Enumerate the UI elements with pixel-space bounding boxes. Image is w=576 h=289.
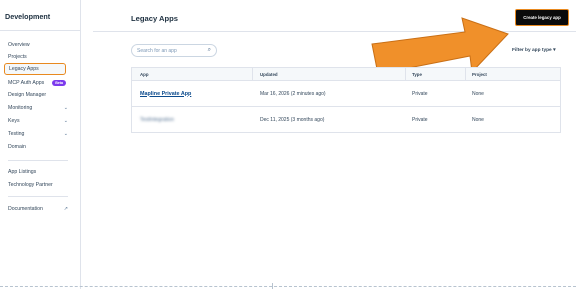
- sidebar-item-label: Projects: [8, 53, 27, 60]
- type-cell: Private: [412, 116, 428, 123]
- table-header: App Updated Type Project: [132, 68, 560, 81]
- bottom-divider: [0, 286, 576, 288]
- sidebar-item-label: Design Manager: [8, 91, 47, 98]
- sidebar-item-label: Documentation: [8, 205, 43, 212]
- table-row: Mapline Private App Mar 16, 2026 (2 minu…: [132, 81, 560, 107]
- sidebar-item-projects[interactable]: Projects: [8, 52, 68, 61]
- sidebar-item-legacy-apps[interactable]: Legacy Apps: [4, 63, 66, 75]
- search-placeholder: Search for an app: [137, 47, 177, 54]
- caret-down-icon: ▾: [553, 48, 556, 53]
- app-cell: Mapline Private App: [140, 81, 191, 106]
- chevron-down-icon: ⌄: [63, 117, 68, 124]
- search-input[interactable]: Search for an app ⌕: [131, 44, 217, 57]
- filter-by-app-type-dropdown[interactable]: Filter by app type ▾: [512, 48, 555, 53]
- sidebar-item-label: App Listings: [8, 168, 37, 175]
- column-divider: [465, 68, 466, 80]
- sidebar-item-monitoring[interactable]: Monitoring ⌄: [8, 103, 68, 112]
- table-row: TestIntegration Dec 11, 2025 (3 months a…: [132, 107, 560, 132]
- sidebar-separator: [8, 160, 68, 161]
- beta-badge: Beta: [52, 79, 66, 86]
- sidebar-item-label: MCP Auth Apps: [8, 79, 45, 86]
- sidebar-item-design-manager[interactable]: Design Manager: [8, 90, 68, 99]
- sidebar-item-technology-partner[interactable]: Technology Partner: [8, 180, 68, 189]
- updated-cell: Dec 11, 2025 (3 months ago): [260, 116, 325, 123]
- project-cell: None: [472, 116, 484, 123]
- apps-table: App Updated Type Project Mapline Private…: [131, 67, 561, 133]
- column-header-type[interactable]: Type: [412, 68, 422, 80]
- project-cell: None: [472, 90, 484, 97]
- sidebar-item-label: Testing: [8, 130, 25, 137]
- sidebar-item-app-listings[interactable]: App Listings: [8, 167, 68, 176]
- column-header-updated[interactable]: Updated: [260, 68, 278, 80]
- sidebar-item-domain[interactable]: Domain: [8, 142, 68, 151]
- filter-label: Filter by app type: [512, 48, 552, 53]
- chevron-down-icon: ⌄: [63, 104, 68, 111]
- column-header-project[interactable]: Project: [472, 68, 487, 80]
- app-cell: TestIntegration: [140, 107, 174, 132]
- external-link-icon: ↗: [63, 205, 68, 212]
- sidebar-item-label: Technology Partner: [8, 181, 53, 188]
- sidebar-item-label: Monitoring: [8, 104, 33, 111]
- sidebar-separator: [8, 196, 68, 197]
- search-icon: ⌕: [207, 47, 211, 53]
- sidebar-item-overview[interactable]: Overview: [8, 40, 68, 49]
- bottom-divider-mark: [272, 283, 273, 289]
- column-divider: [405, 68, 406, 80]
- sidebar-item-label: Overview: [8, 41, 30, 48]
- sidebar-item-documentation[interactable]: Documentation ↗: [8, 204, 68, 213]
- sidebar-item-testing[interactable]: Testing ⌄: [8, 129, 68, 138]
- chevron-down-icon: ⌄: [63, 130, 68, 137]
- column-divider: [252, 68, 253, 80]
- column-header-app[interactable]: App: [140, 68, 149, 80]
- app-name-link[interactable]: TestIntegration: [140, 117, 174, 123]
- updated-cell: Mar 16, 2026 (2 minutes ago): [260, 90, 326, 97]
- sidebar-title: Development: [5, 12, 51, 21]
- sidebar: Development Overview Projects Legacy App…: [0, 0, 81, 289]
- type-cell: Private: [412, 90, 428, 97]
- page-title: Legacy Apps: [131, 14, 178, 23]
- sidebar-item-label: Domain: [8, 143, 26, 150]
- sidebar-item-label: Keys: [8, 117, 20, 124]
- sidebar-item-mcp-auth-apps[interactable]: MCP Auth Apps Beta: [8, 78, 68, 87]
- create-legacy-app-button[interactable]: Create legacy app: [515, 9, 569, 26]
- sidebar-item-label: Legacy Apps: [9, 66, 39, 72]
- app-name-link[interactable]: Mapline Private App: [140, 91, 191, 97]
- sidebar-item-keys[interactable]: Keys ⌄: [8, 116, 68, 125]
- sidebar-divider: [0, 30, 80, 31]
